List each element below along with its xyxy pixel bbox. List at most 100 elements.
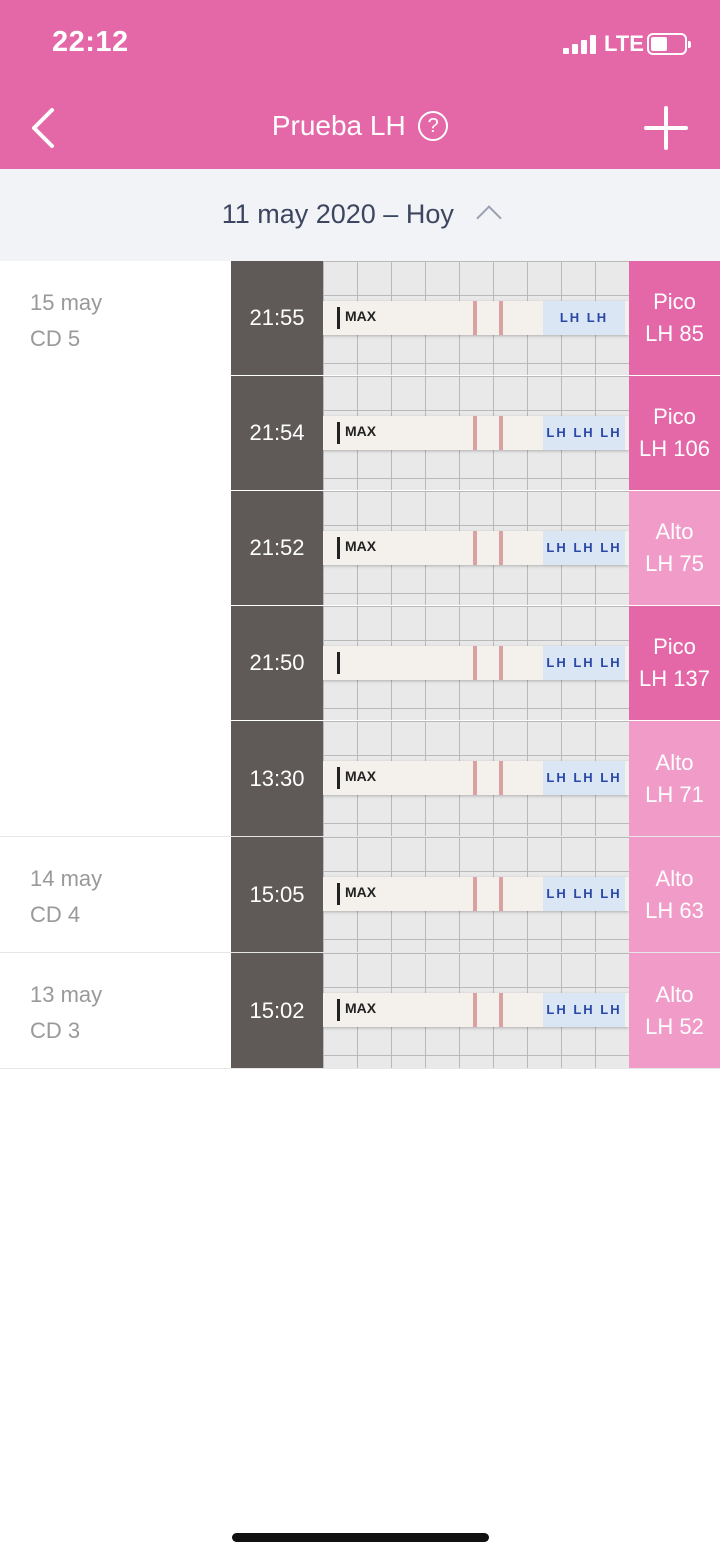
strip-control-line — [499, 301, 503, 335]
strip-lh-label: LH LH LH — [543, 531, 625, 565]
test-result: Pico LH 85 — [629, 261, 720, 375]
strip-control-line — [499, 416, 503, 450]
test-row[interactable]: 21:50 LH LH LH Pico LH 137 — [231, 606, 720, 721]
strip-test-line — [473, 877, 477, 911]
strip-test-line — [473, 416, 477, 450]
strip-test-line — [473, 993, 477, 1027]
test-result: Alto LH 75 — [629, 491, 720, 605]
strip-control-line — [499, 646, 503, 680]
cycle-day: CD 3 — [30, 1018, 81, 1043]
strip-max-mark — [337, 999, 340, 1021]
result-lh-value: LH 63 — [645, 897, 704, 923]
test-strip: LH LH LH — [323, 646, 629, 680]
test-time: 21:54 — [231, 376, 323, 490]
result-level: Alto — [655, 865, 694, 891]
test-row[interactable]: 15:05 MAX LH LH LH Alto LH 63 — [231, 837, 720, 952]
result-level: Pico — [653, 634, 696, 659]
test-strip-photo: MAX LH LH LH — [323, 953, 629, 1068]
strip-control-line — [499, 761, 503, 795]
test-strip: MAX LH LH LH — [323, 993, 629, 1027]
test-time: 13:30 — [231, 721, 323, 836]
test-result: Alto LH 52 — [629, 953, 720, 1068]
test-strip-photo: MAX LH LH — [323, 261, 629, 375]
strip-max-text: MAX — [345, 538, 377, 554]
test-list: 15 may CD 5 21:55 MAX LH LH Pico LH 85 21:54 MAX… — [0, 261, 720, 1069]
result-lh-value: LH 75 — [645, 551, 704, 576]
test-row[interactable]: 21:55 MAX LH LH Pico LH 85 — [231, 261, 720, 376]
date-column: 14 may CD 4 — [30, 861, 102, 933]
date-group: 13 may CD 3 15:02 MAX LH LH LH Alto LH 52 — [0, 953, 720, 1069]
test-strip-photo: MAX LH LH LH — [323, 721, 629, 836]
test-result: Pico LH 137 — [629, 606, 720, 720]
nav-bar: Prueba LH ? — [0, 88, 720, 169]
test-row[interactable]: 13:30 MAX LH LH LH Alto LH 71 — [231, 721, 720, 836]
strip-max-mark — [337, 652, 340, 674]
strip-max-text: MAX — [345, 884, 377, 900]
test-strip-photo: MAX LH LH LH — [323, 837, 629, 952]
group-date: 15 may — [30, 290, 103, 315]
strip-max-text: MAX — [345, 768, 377, 784]
test-result: Alto LH 71 — [629, 721, 720, 836]
test-strip: MAX LH LH LH — [323, 877, 629, 911]
chevron-up-icon — [476, 204, 503, 231]
test-time: 15:05 — [231, 837, 323, 952]
test-time: 21:55 — [231, 261, 323, 375]
date-range-bar: 11 may 2020 – Hoy — [0, 169, 720, 261]
result-lh-value: LH 137 — [639, 666, 710, 691]
date-group: 15 may CD 5 21:55 MAX LH LH Pico LH 85 21:54 MAX… — [0, 261, 720, 837]
strip-max-text: MAX — [345, 1000, 377, 1016]
strip-control-line — [499, 531, 503, 565]
result-level: Pico — [653, 404, 696, 429]
date-column: 15 may CD 5 — [30, 285, 102, 357]
result-level: Alto — [655, 519, 694, 544]
strip-test-line — [473, 301, 477, 335]
test-result: Pico LH 106 — [629, 376, 720, 490]
cycle-day: CD 4 — [30, 902, 81, 927]
result-lh-value: LH 85 — [645, 321, 704, 346]
test-time: 15:02 — [231, 953, 323, 1068]
date-range-label: 11 may 2020 – Hoy — [221, 199, 454, 229]
strip-lh-label: LH LH LH — [543, 416, 625, 450]
test-rows: 15:05 MAX LH LH LH Alto LH 63 — [231, 837, 720, 952]
strip-control-line — [499, 877, 503, 911]
test-row[interactable]: 21:54 MAX LH LH LH Pico LH 106 — [231, 376, 720, 491]
battery-icon — [647, 33, 691, 55]
strip-max-mark — [337, 422, 340, 444]
test-result: Alto LH 63 — [629, 837, 720, 952]
signal-icon — [563, 34, 599, 54]
strip-lh-label: LH LH LH — [543, 761, 625, 795]
test-row[interactable]: 21:52 MAX LH LH LH Alto LH 75 — [231, 491, 720, 606]
test-strip: MAX LH LH — [323, 301, 629, 335]
test-row[interactable]: 15:02 MAX LH LH LH Alto LH 52 — [231, 953, 720, 1068]
strip-max-mark — [337, 307, 340, 329]
status-time: 22:12 — [52, 26, 129, 58]
test-strip-photo: MAX LH LH LH — [323, 491, 629, 605]
status-bar: 22:12 LTE — [0, 0, 720, 88]
strip-test-line — [473, 531, 477, 565]
add-button[interactable] — [642, 104, 690, 152]
page-title: Prueba LH — [271, 110, 406, 141]
test-time: 21:50 — [231, 606, 323, 720]
date-range-toggle[interactable]: 11 may 2020 – Hoy — [0, 199, 720, 231]
strip-lh-label: LH LH LH — [543, 646, 625, 680]
result-lh-value: LH 52 — [645, 1013, 704, 1039]
test-strip-photo: MAX LH LH LH — [323, 376, 629, 490]
network-label: LTE — [604, 31, 644, 56]
test-time: 21:52 — [231, 491, 323, 605]
result-level: Alto — [655, 981, 694, 1007]
test-strip: MAX LH LH LH — [323, 531, 629, 565]
result-lh-value: LH 106 — [639, 436, 710, 461]
result-level: Pico — [653, 289, 696, 314]
strip-max-text: MAX — [345, 423, 377, 439]
nav-title-wrap: Prueba LH ? — [0, 110, 720, 142]
question-circle-icon[interactable]: ? — [418, 111, 449, 141]
cycle-day: CD 5 — [30, 326, 81, 351]
strip-lh-label: LH LH LH — [543, 993, 625, 1027]
home-indicator — [232, 1533, 489, 1542]
test-rows: 21:55 MAX LH LH Pico LH 85 21:54 MAX LH LH LH Pi… — [231, 261, 720, 836]
test-rows: 15:02 MAX LH LH LH Alto LH 52 — [231, 953, 720, 1068]
result-level: Alto — [655, 749, 694, 775]
plus-icon — [644, 106, 688, 150]
strip-control-line — [499, 993, 503, 1027]
group-date: 13 may — [30, 982, 103, 1007]
